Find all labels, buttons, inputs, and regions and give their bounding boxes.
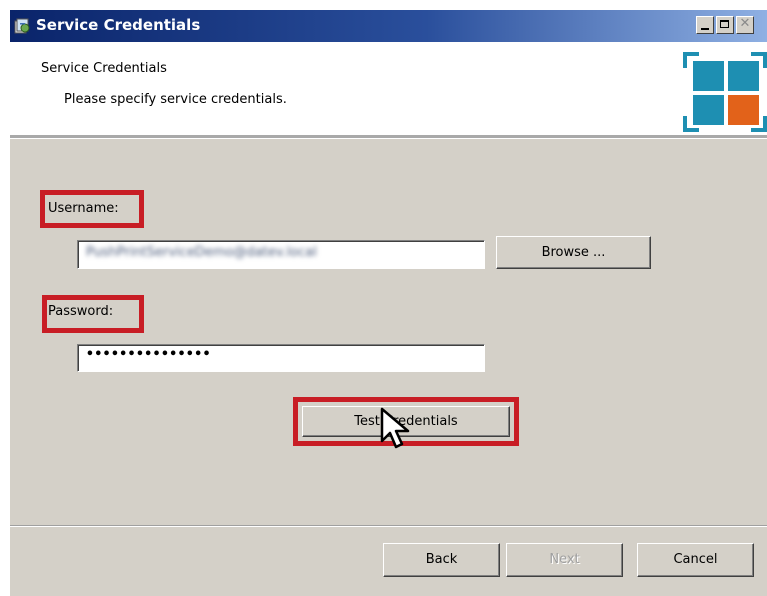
maximize-button[interactable]: [716, 16, 734, 34]
page-subtitle: Please specify service credentials.: [64, 92, 287, 107]
title-bar[interactable]: Service Credentials ✕: [10, 10, 767, 42]
cancel-button[interactable]: Cancel: [637, 543, 754, 577]
header-divider: [10, 135, 767, 139]
mouse-pointer-icon: [380, 407, 410, 449]
password-label: Password:: [48, 304, 114, 319]
password-input[interactable]: •••••••••••••••: [77, 344, 485, 372]
back-button[interactable]: Back: [383, 543, 500, 577]
username-value: PushPrintServiceDemo@datev.local: [86, 245, 317, 260]
page-title: Service Credentials: [41, 61, 167, 76]
header-banner: Service Credentials Please specify servi…: [10, 42, 767, 135]
footer-divider: [10, 525, 767, 527]
username-label: Username:: [48, 201, 119, 216]
installer-window: Service Credentials ✕ Service Credential…: [10, 10, 767, 596]
next-button[interactable]: Next: [506, 543, 623, 577]
username-input[interactable]: PushPrintServiceDemo@datev.local: [77, 240, 485, 269]
window-title: Service Credentials: [36, 16, 201, 34]
installer-icon: [14, 18, 30, 34]
minimize-button[interactable]: [696, 16, 714, 34]
browse-button[interactable]: Browse ...: [496, 236, 651, 269]
product-logo: [683, 52, 767, 132]
close-button[interactable]: ✕: [736, 16, 754, 34]
password-value: •••••••••••••••: [86, 347, 211, 362]
